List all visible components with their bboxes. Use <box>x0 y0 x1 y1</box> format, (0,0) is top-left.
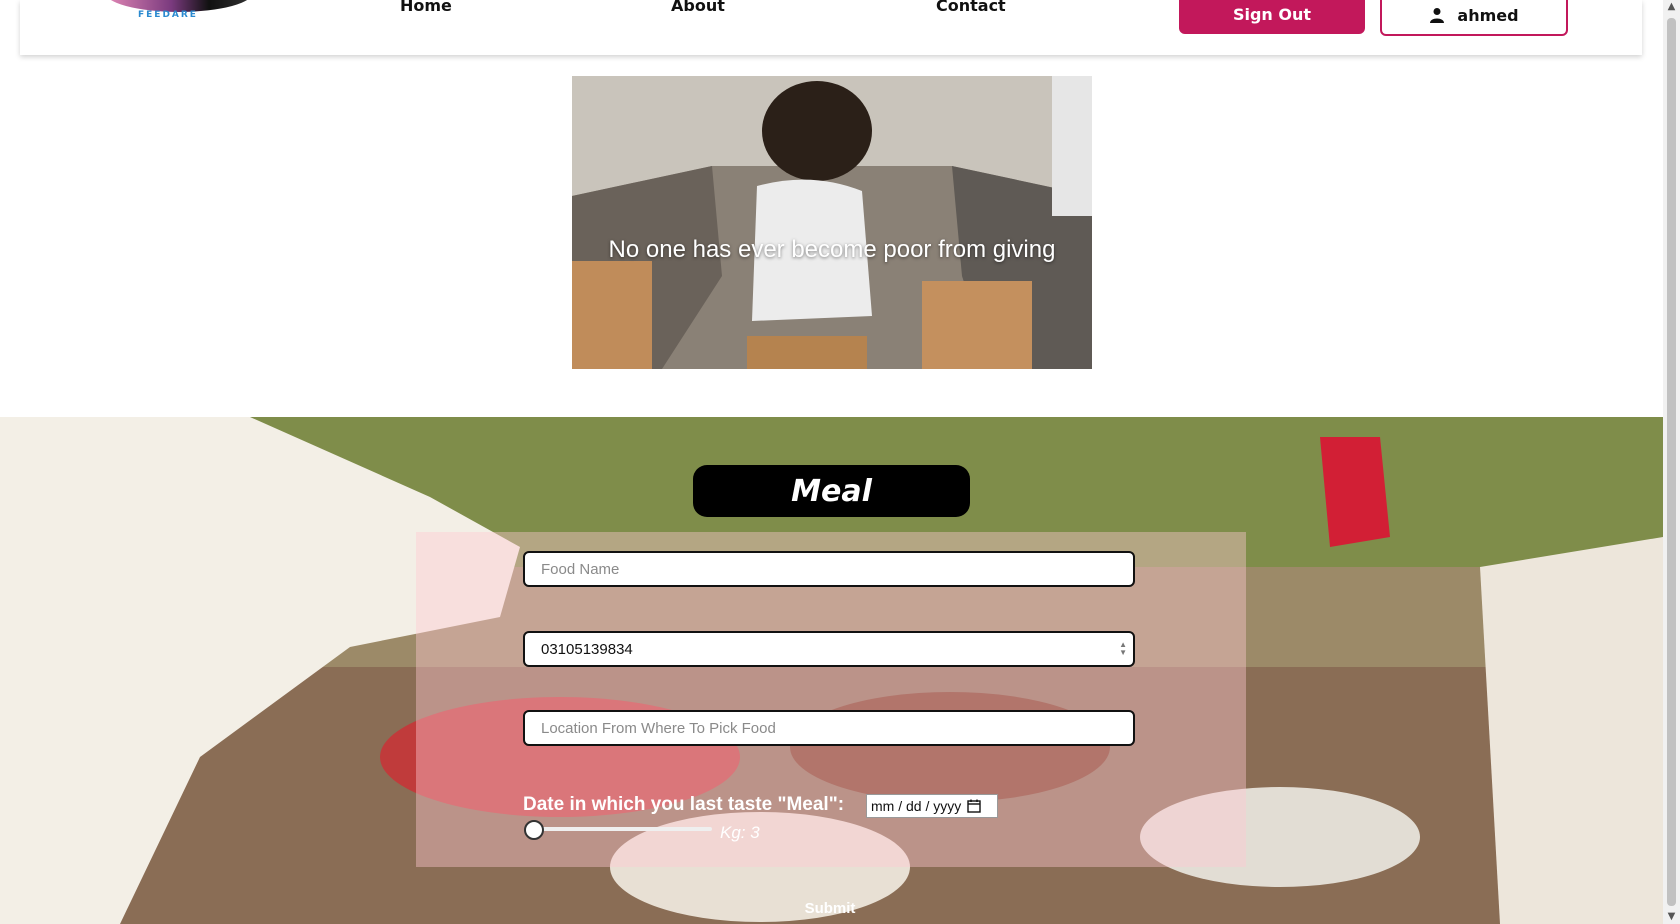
nav-link-home[interactable]: Home <box>400 0 452 15</box>
hero-caption: No one has ever become poor from giving <box>608 236 1056 263</box>
date-placeholder: mm / dd / yyyy <box>871 798 962 814</box>
hero-image <box>572 76 1092 369</box>
nav-link-contact[interactable]: Contact <box>936 0 1006 15</box>
scroll-up-icon[interactable]: ▲ <box>1666 2 1677 12</box>
scroll-thumb[interactable] <box>1667 18 1676 906</box>
navbar: FEEDARE Home About Contact Sign Out ahme… <box>20 0 1642 55</box>
kg-label: Kg: 3 <box>720 823 760 842</box>
calendar-icon[interactable] <box>967 799 981 813</box>
user-name: ahmed <box>1457 5 1519 25</box>
page-scrollbar[interactable]: ▲ ▼ <box>1663 0 1680 924</box>
phone-number-input[interactable]: 03105139834 ▲ ▼ <box>523 631 1135 667</box>
scroll-down-icon[interactable]: ▼ <box>1666 912 1677 922</box>
meal-section: Meal Food Name 03105139834 ▲ ▼ Location F… <box>0 417 1663 924</box>
kg-slider-thumb[interactable] <box>524 820 544 840</box>
logo-text: FEEDARE <box>138 10 198 20</box>
kg-slider-track[interactable] <box>528 827 712 831</box>
logo[interactable]: FEEDARE <box>100 0 260 22</box>
meal-title: Meal <box>693 465 970 517</box>
sign-out-button[interactable]: Sign Out <box>1179 0 1365 34</box>
submit-button[interactable]: Submit <box>740 893 920 923</box>
date-label: Date in which you last taste "Meal": <box>523 794 845 815</box>
nav-link-about[interactable]: About <box>671 0 725 15</box>
user-account-button[interactable]: ahmed <box>1380 0 1568 36</box>
hero-banner: No one has ever become poor from giving <box>572 76 1092 369</box>
date-input[interactable]: mm / dd / yyyy <box>866 794 998 818</box>
phone-number-value: 03105139834 <box>541 640 633 658</box>
food-name-input[interactable]: Food Name <box>523 551 1135 587</box>
location-input[interactable]: Location From Where To Pick Food <box>523 710 1135 746</box>
number-stepper-icon[interactable]: ▲ ▼ <box>1119 641 1127 657</box>
user-icon <box>1430 8 1445 23</box>
